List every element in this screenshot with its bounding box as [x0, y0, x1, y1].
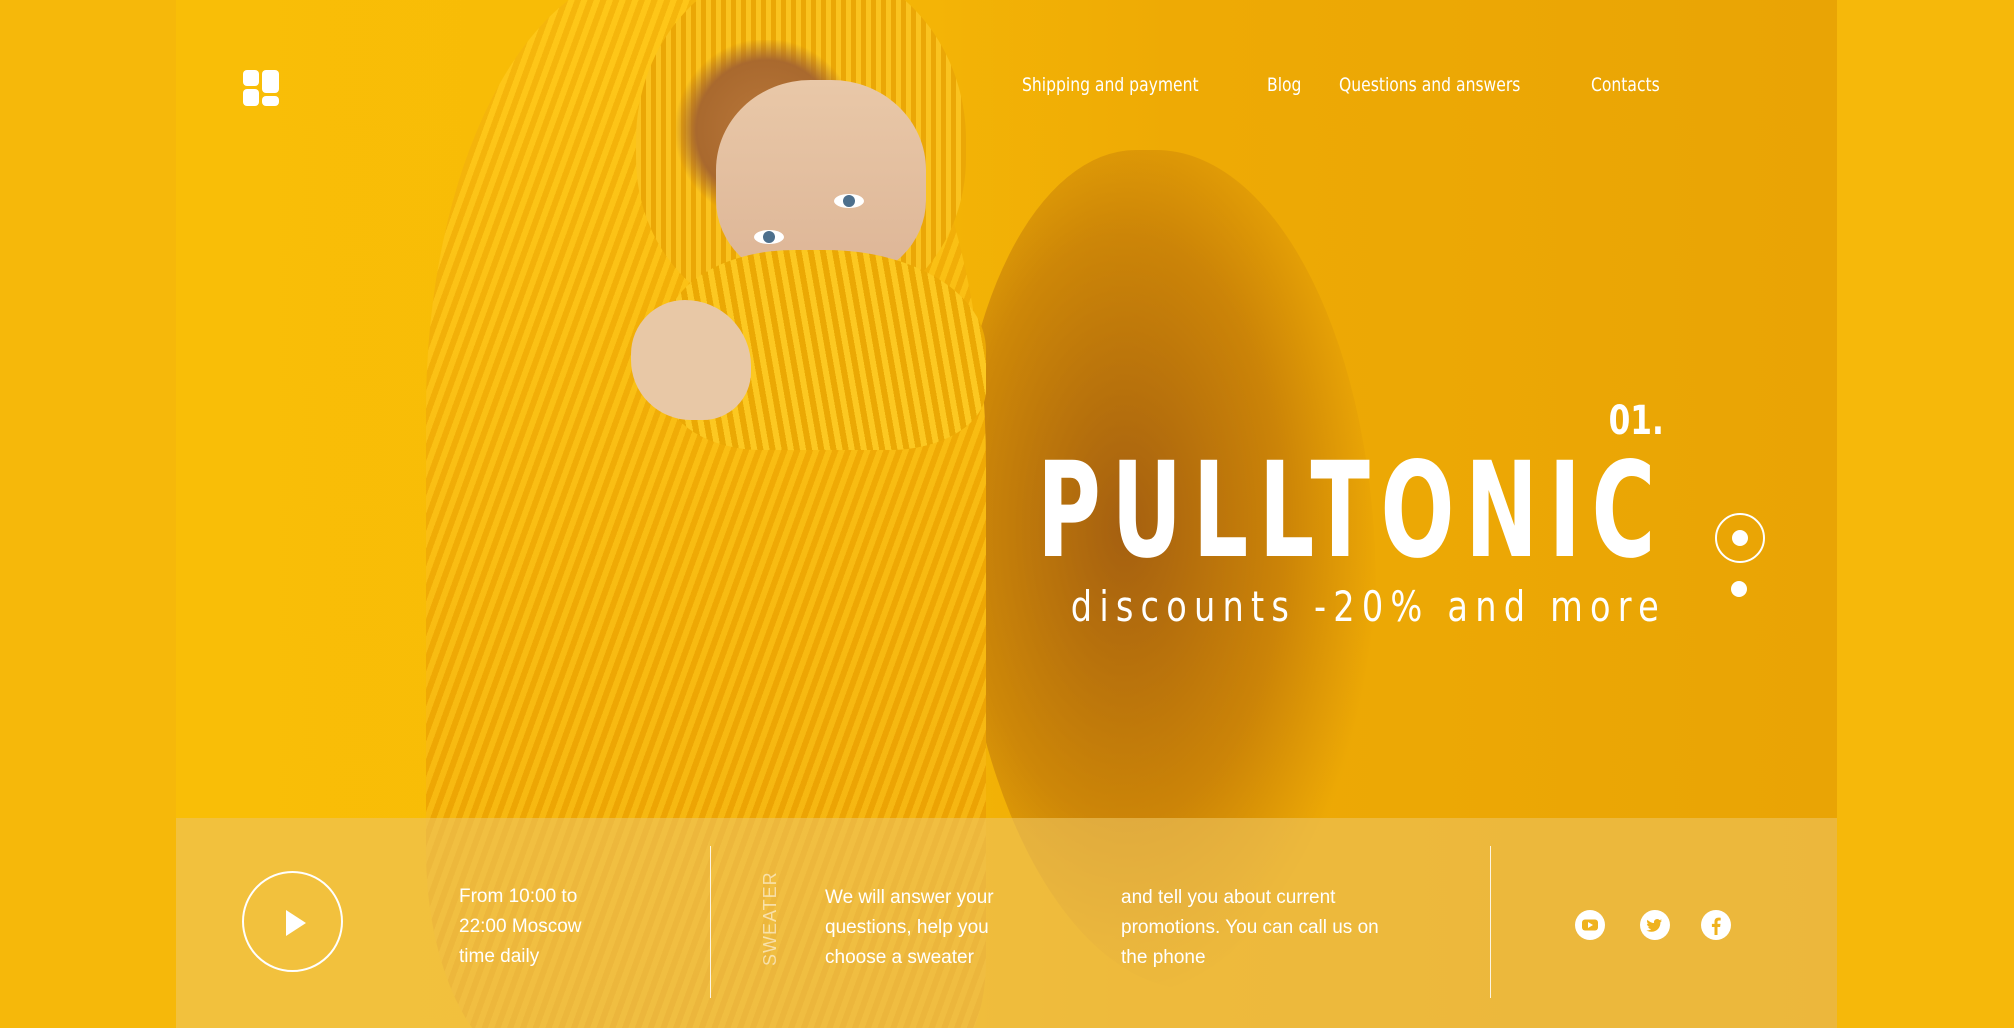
- vertical-label: SWEATER: [760, 871, 780, 966]
- bottom-info-bar: From 10:00 to 22:00 Moscow time daily SW…: [176, 818, 1837, 1028]
- nav-contacts[interactable]: Contacts: [1591, 74, 1660, 96]
- left-eye: [754, 230, 784, 244]
- working-hours: From 10:00 to 22:00 Moscow time daily: [459, 886, 582, 967]
- youtube-icon[interactable]: [1575, 910, 1605, 940]
- divider: [710, 846, 711, 998]
- main-nav: Shipping and payment Blog Questions and …: [1022, 74, 1659, 96]
- divider: [1490, 846, 1491, 998]
- info-text-1: We will answer your questions, help you …: [825, 887, 994, 968]
- play-icon[interactable]: [242, 871, 343, 972]
- hero-subtitle: discounts -20% and more: [1070, 582, 1666, 631]
- hero-title: PULLTONIC: [1037, 434, 1666, 588]
- twitter-icon[interactable]: [1640, 910, 1670, 940]
- info-text-2: and tell you about current promotions. Y…: [1121, 887, 1379, 968]
- nav-questions-and-answers[interactable]: Questions and answers: [1339, 74, 1520, 96]
- pager-dot[interactable]: [1731, 581, 1747, 597]
- nav-blog[interactable]: Blog: [1267, 74, 1301, 96]
- grid-logo-icon[interactable]: [243, 70, 279, 106]
- facebook-icon[interactable]: [1701, 910, 1731, 940]
- nav-shipping-and-payment[interactable]: Shipping and payment: [1022, 74, 1199, 96]
- right-eye: [834, 194, 864, 208]
- pager-dot-active[interactable]: [1715, 513, 1765, 563]
